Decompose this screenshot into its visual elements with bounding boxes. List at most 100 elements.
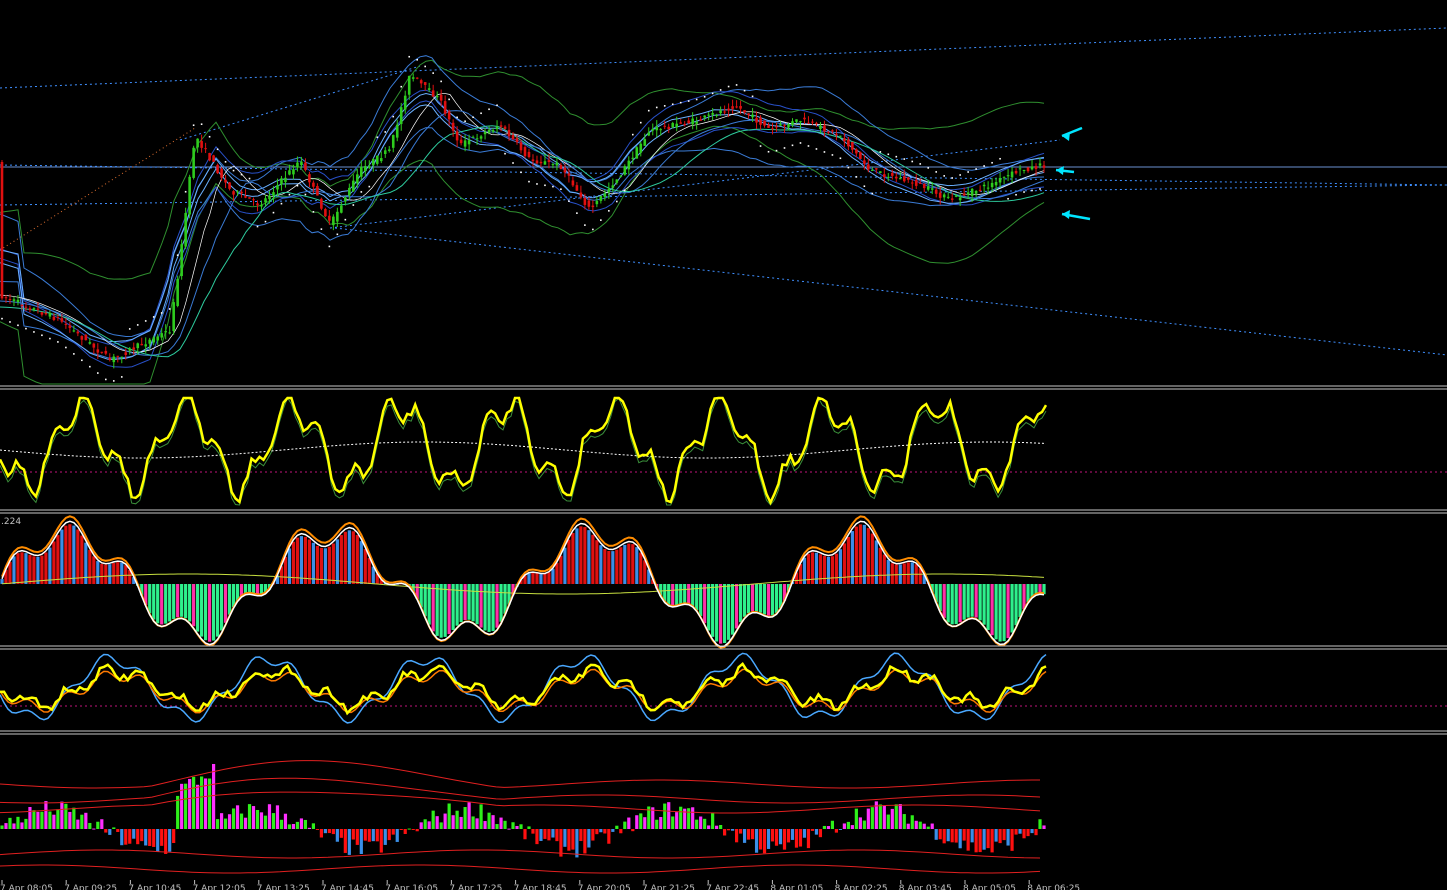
candle-body — [252, 199, 255, 201]
macd-bar — [475, 584, 479, 625]
volume-bar — [112, 827, 116, 829]
candle-body — [890, 172, 894, 176]
candle-body — [308, 174, 311, 183]
sar-dot — [384, 131, 387, 133]
volume-bar — [427, 821, 431, 829]
candle-body — [743, 110, 746, 113]
x-tick-label: 8 Apr 02:25 — [835, 884, 888, 890]
macd-bar — [627, 543, 631, 584]
macd-bar — [219, 584, 224, 631]
candle-body — [447, 111, 451, 120]
sar-dot — [424, 65, 426, 68]
volume-bar — [1006, 829, 1010, 846]
macd-bar — [112, 562, 116, 584]
arrow-lower-head — [1062, 210, 1070, 219]
volume-bar — [359, 829, 363, 855]
volume-bar — [579, 829, 583, 842]
macd-bar — [970, 584, 974, 617]
sar-dot — [743, 89, 746, 92]
macd-bar — [539, 574, 543, 584]
candle-body — [587, 200, 591, 207]
volume-bar — [643, 817, 647, 829]
volume-bar — [870, 807, 874, 829]
volume-bar — [742, 829, 747, 843]
trend-line — [0, 27, 1447, 89]
volume-bar — [738, 829, 743, 834]
macd-bar — [978, 584, 982, 621]
macd-bar — [703, 584, 707, 624]
candle-body — [735, 106, 738, 108]
candle-body — [647, 132, 651, 136]
volume-bar — [247, 804, 252, 829]
macd-bar — [723, 584, 727, 644]
volume-bar — [886, 814, 890, 829]
candle-body — [80, 336, 84, 340]
candle-body — [463, 140, 467, 147]
macd-bar — [287, 548, 292, 584]
volume-bar — [703, 818, 707, 829]
candle-body — [783, 125, 786, 127]
sar-dot — [288, 193, 291, 196]
volume-bar — [818, 829, 823, 838]
volume-bar — [850, 825, 854, 829]
candle-body — [851, 141, 854, 150]
candle-body — [176, 279, 179, 306]
candle-body — [264, 198, 267, 203]
volume-bar — [978, 829, 982, 853]
candle-body — [803, 117, 806, 120]
candle-body — [292, 169, 295, 175]
macd-bar — [738, 584, 743, 623]
candle-body — [407, 75, 411, 95]
volume-bar — [335, 829, 339, 842]
candle-body — [855, 149, 858, 154]
candle-body — [375, 155, 379, 164]
volume-bar — [563, 829, 567, 847]
sar-dot — [176, 254, 179, 256]
macd-bar — [862, 524, 866, 584]
sar-dot — [1015, 193, 1017, 196]
macd-bar — [635, 547, 639, 584]
candle-body — [731, 106, 734, 109]
candle-body — [192, 147, 195, 178]
sar-dot — [240, 173, 243, 176]
macd-bar — [639, 552, 643, 584]
sar-dot — [520, 171, 522, 174]
volume-bar — [323, 829, 327, 834]
volume-bar — [120, 829, 124, 846]
candle-body — [324, 209, 327, 217]
macd-bar — [946, 584, 950, 623]
volume-bar — [734, 829, 739, 843]
volume-bar — [639, 813, 643, 829]
sar-dot — [568, 200, 570, 202]
macd-bar — [88, 549, 92, 584]
volume-bar — [391, 829, 395, 835]
candle-body — [92, 343, 96, 348]
volume-bar — [479, 804, 483, 829]
volume-bar — [215, 819, 220, 829]
macd-bar — [32, 556, 36, 584]
volume-bar — [715, 825, 719, 829]
macd-bar — [367, 557, 371, 584]
macd-bar — [830, 556, 835, 584]
sar-dot — [911, 160, 914, 163]
macd-bar — [990, 584, 994, 636]
volume-bar — [172, 829, 176, 843]
sar-dot — [512, 162, 514, 164]
volume-bar — [411, 829, 415, 830]
macd-bar — [882, 554, 886, 584]
candle-body — [663, 125, 667, 127]
volume-bar — [168, 829, 172, 852]
candle-body — [942, 194, 946, 198]
volume-bar — [467, 802, 471, 829]
macd-bar — [347, 530, 351, 584]
sar-dot — [703, 96, 706, 98]
candle-body — [443, 101, 447, 114]
x-tick-label: 8 Apr 01:05 — [770, 884, 823, 890]
sar-dot — [272, 211, 275, 214]
volume-bar — [279, 819, 284, 829]
sar-dot — [895, 155, 898, 158]
macd-bar — [8, 561, 12, 584]
sar-dot — [160, 312, 163, 314]
macd-bar — [966, 584, 970, 618]
candle-body — [511, 134, 515, 140]
